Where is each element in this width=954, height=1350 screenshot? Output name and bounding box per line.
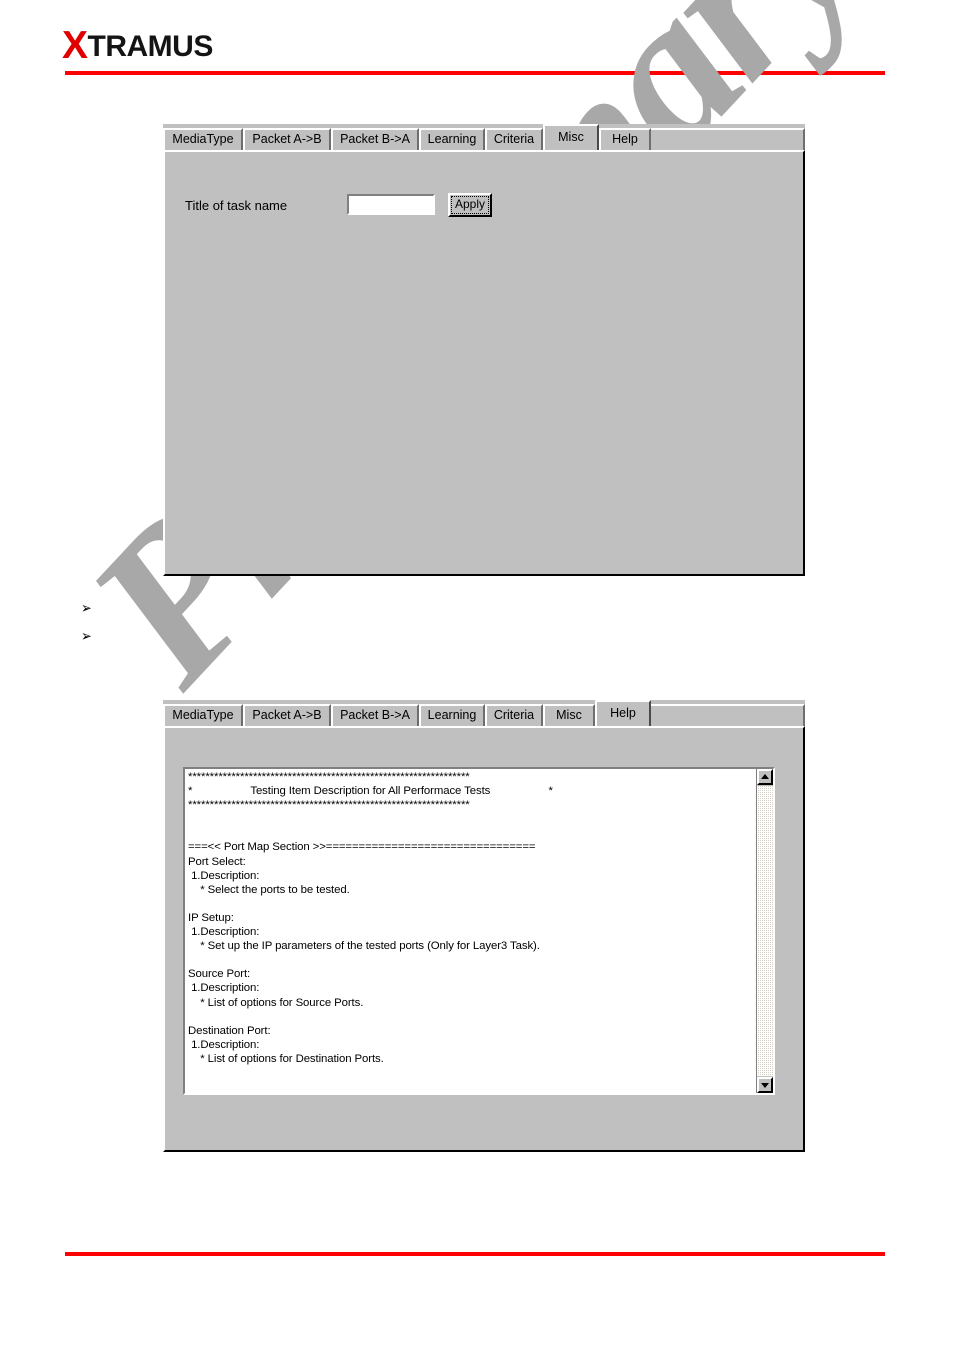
page-header: XTRAMUS bbox=[0, 0, 954, 90]
panel-two-tab-strip: MediaType Packet A->B Packet B->A Learni… bbox=[163, 700, 805, 726]
help-scrollbar[interactable] bbox=[756, 769, 773, 1093]
panel-one-tab-strip: MediaType Packet A->B Packet B->A Learni… bbox=[163, 124, 805, 150]
help-tab-dialog: MediaType Packet A->B Packet B->A Learni… bbox=[163, 700, 805, 1152]
tab-packet-b-to-a[interactable]: Packet B->A bbox=[331, 128, 419, 150]
tab-packet-a-to-b[interactable]: Packet A->B bbox=[243, 128, 331, 150]
apply-button-label: Apply bbox=[451, 196, 489, 214]
misc-tab-dialog: MediaType Packet A->B Packet B->A Learni… bbox=[163, 124, 805, 576]
panel-two-body: ****************************************… bbox=[163, 726, 805, 1152]
scroll-down-arrow-icon bbox=[761, 1083, 769, 1088]
panel-one-body: Title of task name Apply bbox=[163, 150, 805, 576]
tab-packet-b-to-a[interactable]: Packet B->A bbox=[331, 704, 419, 726]
tab-packet-a-to-b[interactable]: Packet A->B bbox=[243, 704, 331, 726]
help-text-content: ****************************************… bbox=[188, 771, 553, 1065]
scrollbar-track[interactable] bbox=[757, 786, 773, 1076]
apply-button[interactable]: Apply bbox=[448, 193, 492, 217]
tab-help[interactable]: Help bbox=[595, 700, 651, 726]
tab-mediatype[interactable]: MediaType bbox=[163, 704, 243, 726]
xtramus-logo: XTRAMUS bbox=[62, 26, 213, 65]
tab-strip-filler bbox=[651, 704, 805, 726]
list-item: ➢ bbox=[80, 602, 93, 617]
tab-learning[interactable]: Learning bbox=[419, 128, 485, 150]
footer-divider bbox=[65, 1252, 885, 1256]
scroll-up-button[interactable] bbox=[757, 769, 773, 785]
arrow-bullet-icon: ➢ bbox=[80, 629, 92, 645]
task-name-label: Title of task name bbox=[185, 198, 288, 213]
tab-criteria[interactable]: Criteria bbox=[485, 704, 543, 726]
list-item: ➢ bbox=[80, 630, 93, 645]
tab-help[interactable]: Help bbox=[599, 128, 651, 150]
tab-misc[interactable]: Misc bbox=[543, 704, 595, 726]
tab-mediatype[interactable]: MediaType bbox=[163, 128, 243, 150]
tab-misc[interactable]: Misc bbox=[543, 124, 599, 150]
logo-wordmark: TRAMUS bbox=[87, 30, 214, 63]
tab-criteria[interactable]: Criteria bbox=[485, 128, 543, 150]
scroll-up-arrow-icon bbox=[761, 774, 769, 779]
tab-learning[interactable]: Learning bbox=[419, 704, 485, 726]
help-text-area[interactable]: ****************************************… bbox=[183, 767, 775, 1095]
arrow-bullet-icon: ➢ bbox=[80, 601, 92, 617]
task-name-input[interactable] bbox=[347, 194, 435, 215]
scroll-down-button[interactable] bbox=[757, 1077, 773, 1093]
logo-x-letter: X bbox=[62, 24, 88, 67]
tab-strip-filler bbox=[651, 128, 805, 150]
